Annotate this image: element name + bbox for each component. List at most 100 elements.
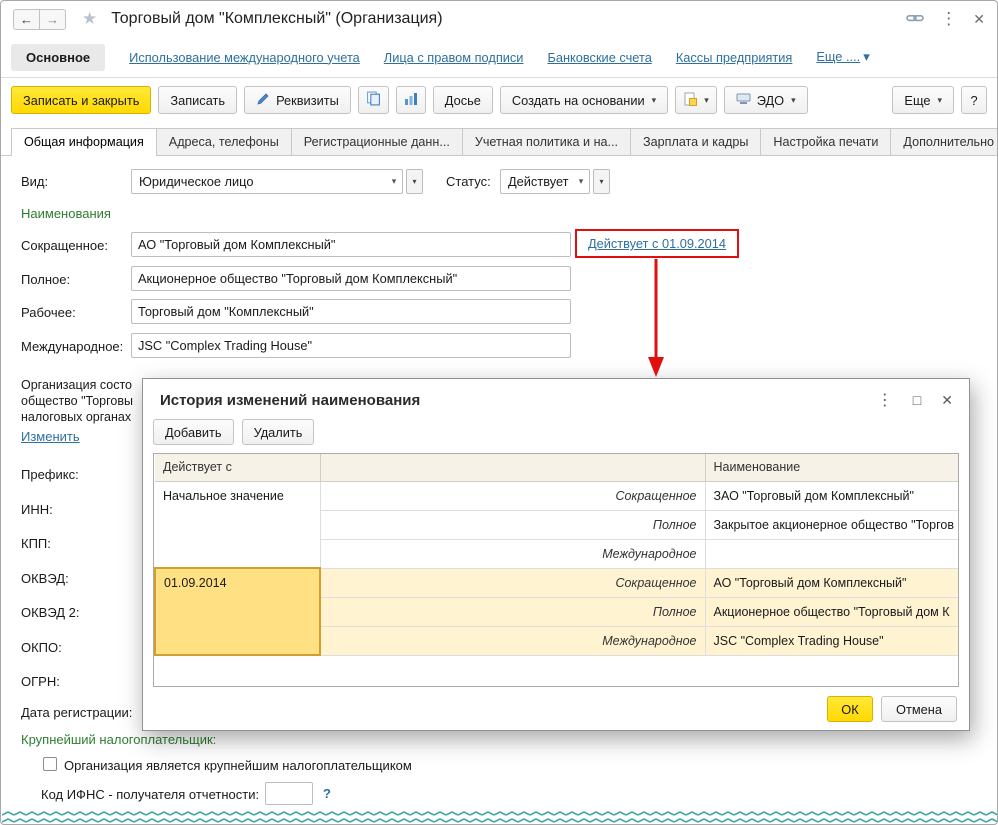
forward-button[interactable]: → [39,8,66,30]
form-tabs: Общая информация Адреса, телефоны Регист… [1,128,997,156]
inn-label: ИНН: [21,502,53,517]
chevron-down-icon: ▾ [863,49,870,64]
more-button[interactable]: Еще ▾ [892,86,954,114]
create-based-on-button[interactable]: Создать на основании ▾ [499,86,669,114]
name-value-cell[interactable] [704,538,958,569]
titlebar-actions: ⋮ ✕ [906,9,985,29]
date-cell-selected[interactable]: 01.09.2014 [154,567,321,656]
pencil-icon [256,92,270,109]
working-name-input[interactable] [131,299,571,324]
copy-icon [366,91,381,109]
window-menu-icon[interactable]: ⋮ [940,9,957,29]
tab-addresses-phones[interactable]: Адреса, телефоны [155,128,292,155]
reports-button[interactable] [395,86,426,114]
chevron-down-icon: ▾ [937,94,942,105]
okved2-label: ОКВЭД 2: [21,605,80,620]
ok-button[interactable]: ОК [827,696,873,722]
largest-taxpayer-checkbox[interactable] [43,757,57,771]
legal-type-dropdown-button[interactable]: ▾ [406,169,423,194]
save-button[interactable]: Записать [158,86,238,114]
status-label: Статус: [446,174,491,189]
attached-files-button[interactable]: ▾ [675,86,717,114]
nav-link-international-accounting[interactable]: Использование международного учета [129,50,360,65]
bottom-zigzag-decoration [2,811,997,824]
full-name-input[interactable] [131,266,571,291]
ifns-code-label: Код ИФНС - получателя отчетности: [41,787,260,802]
prefix-label: Префикс: [21,467,79,482]
change-link[interactable]: Изменить [21,429,80,444]
table-row[interactable]: Начальное значение Сокращенное ЗАО "Торг… [155,480,958,569]
status-select[interactable]: Действует ▾ [500,169,590,194]
window-title: Торговый дом "Комплексный" (Организация) [111,10,443,27]
international-name-label: Международное: [21,339,124,354]
chevron-down-icon: ▾ [578,176,584,186]
report-columns-icon [404,92,418,109]
short-name-input[interactable] [131,232,571,257]
date-cell-initial[interactable]: Начальное значение [155,480,321,569]
tab-salary-hr[interactable]: Зарплата и кадры [630,128,762,155]
dialog-header: История изменений наименования ⋮ □ ✕ [143,379,969,412]
chevron-down-icon: ▾ [651,94,657,105]
window-close-icon[interactable]: ✕ [973,11,985,28]
international-name-input[interactable] [131,333,571,358]
name-type-cell[interactable]: Международное [320,538,706,569]
tab-print-settings[interactable]: Настройка печати [760,128,892,155]
dialog-menu-icon[interactable]: ⋮ [877,390,893,410]
help-button[interactable]: ? [961,86,987,114]
delete-button[interactable]: Удалить [241,419,315,445]
dossier-button[interactable]: Досье [432,86,493,114]
name-history-dialog: История изменений наименования ⋮ □ ✕ Доб… [142,378,970,731]
ogrn-label: ОГРН: [21,674,60,689]
nav-link-bank-accounts[interactable]: Банковские счета [547,50,651,65]
document-icon [683,92,698,109]
name-type-cell[interactable]: Полное [320,509,706,540]
legal-type-select[interactable]: Юридическое лицо ▾ [131,169,403,194]
nav-more-link[interactable]: Еще .... ▾ [816,49,869,65]
add-button[interactable]: Добавить [153,419,234,445]
tab-general-info[interactable]: Общая информация [11,128,157,156]
section-nav: Основное Использование международного уч… [1,37,997,78]
copy-button[interactable] [357,86,389,114]
name-value-cell[interactable]: JSC "Complex Trading House" [704,625,958,656]
name-history-link[interactable]: Действует с 01.09.2014 [588,236,726,251]
chevron-down-icon: ▾ [391,176,397,186]
nav-link-cash-desks[interactable]: Кассы предприятия [676,50,793,65]
name-type-cell[interactable]: Международное [320,625,706,656]
more-label: Еще [904,92,931,108]
dialog-footer: ОК Отмена [827,696,957,722]
edo-label: ЭДО [756,92,785,108]
table-header-row: Действует с Наименование [155,454,958,482]
name-value-cell[interactable]: Закрытое акционерное общество "Торгов [704,509,958,540]
titlebar: ← → ★ Торговый дом "Комплексный" (Органи… [1,1,997,37]
cancel-button[interactable]: Отмена [881,696,957,722]
name-value-cell[interactable]: ЗАО "Торговый дом Комплексный" [704,480,958,511]
org-info-line-3: налоговых органах [21,410,132,424]
requisites-button[interactable]: Реквизиты [244,86,351,114]
nav-link-signatories[interactable]: Лица с правом подписи [384,50,524,65]
back-button[interactable]: ← [13,8,40,30]
red-annotation-arrow [648,259,664,377]
edo-button[interactable]: ЭДО ▾ [723,86,808,114]
name-value-cell[interactable]: Акционерное общество "Торговый дом К [704,596,958,627]
name-type-cell[interactable]: Сокращенное [319,480,706,511]
tab-additional[interactable]: Дополнительно [890,128,997,155]
table-row[interactable]: 01.09.2014 Сокращенное АО "Торговый дом … [154,567,958,656]
toolbar-right-group: Еще ▾ ? [892,86,987,114]
name-type-cell[interactable]: Сокращенное [319,567,706,598]
favorite-star-icon[interactable]: ★ [82,9,97,29]
status-dropdown-button[interactable]: ▾ [593,169,610,194]
tab-registration-data[interactable]: Регистрационные данн... [290,128,463,155]
save-and-close-button[interactable]: Записать и закрыть [11,86,152,114]
link-icon[interactable] [906,11,925,28]
ifns-code-input[interactable] [265,782,313,805]
dialog-title: История изменений наименования [160,391,421,409]
dialog-maximize-icon[interactable]: □ [913,392,921,408]
nav-main-section[interactable]: Основное [11,43,106,71]
dialog-close-icon[interactable]: ✕ [941,392,953,409]
names-section-title: Наименования [21,206,111,221]
tab-accounting-policy[interactable]: Учетная политика и на... [461,128,632,155]
ifns-help-icon[interactable]: ? [323,786,331,801]
red-highlight-box: Действует с 01.09.2014 [575,229,739,258]
name-type-cell[interactable]: Полное [320,596,706,627]
name-value-cell[interactable]: АО "Торговый дом Комплексный" [704,567,958,598]
